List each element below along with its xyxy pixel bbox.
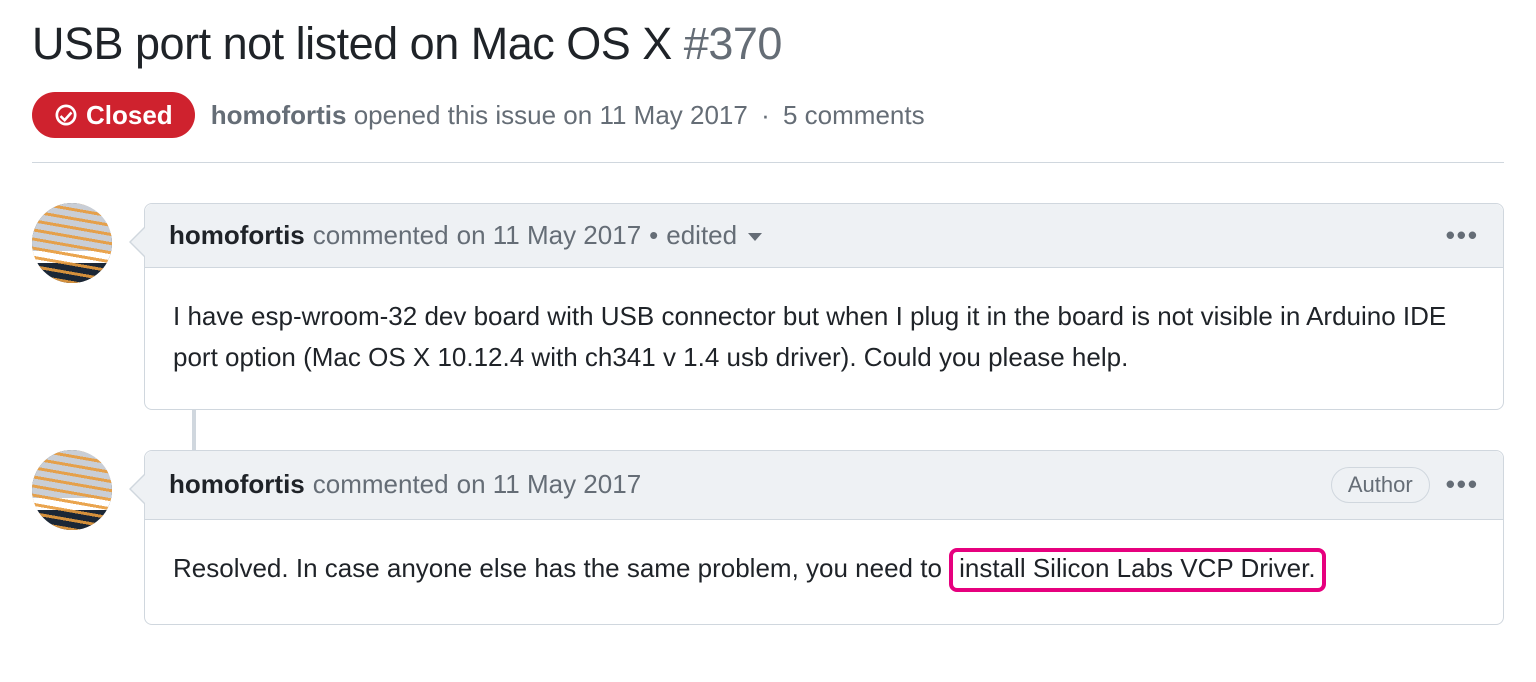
highlighted-text: install Silicon Labs VCP Driver. — [949, 548, 1325, 592]
caret-down-icon — [748, 233, 762, 241]
issue-number: #370 — [684, 18, 782, 70]
timeline-connector — [192, 410, 196, 450]
edited-dropdown[interactable]: edited — [666, 220, 762, 251]
comment-actions-menu[interactable]: ••• — [1446, 469, 1479, 500]
state-badge-label: Closed — [86, 102, 173, 128]
edited-separator: • — [649, 220, 658, 251]
comment-body: I have esp-wroom-32 dev board with USB c… — [145, 268, 1503, 409]
comment: homofortis commented on 11 May 2017 • ed… — [32, 203, 1504, 410]
comment-author-link[interactable]: homofortis — [169, 220, 305, 251]
comment-date[interactable]: on 11 May 2017 — [457, 469, 642, 500]
issue-title: USB port not listed on Mac OS X — [32, 16, 672, 72]
comment-box: homofortis commented on 11 May 2017 • ed… — [144, 203, 1504, 410]
comment-body-text: Resolved. In case anyone else has the sa… — [173, 553, 949, 583]
comment: homofortis commented on 11 May 2017 Auth… — [32, 450, 1504, 625]
comment-header: homofortis commented on 11 May 2017 • ed… — [145, 204, 1503, 268]
issue-meta-text: homofortis opened this issue on 11 May 2… — [211, 100, 925, 131]
issue-title-row: USB port not listed on Mac OS X #370 — [32, 16, 1504, 72]
comment-author-link[interactable]: homofortis — [169, 469, 305, 500]
comment-action: commented — [313, 469, 449, 500]
comment-date[interactable]: on 11 May 2017 — [457, 220, 642, 251]
state-badge-closed: Closed — [32, 92, 195, 138]
comments-count: 5 comments — [783, 100, 925, 130]
comment-body: Resolved. In case anyone else has the sa… — [145, 520, 1503, 624]
author-badge: Author — [1331, 467, 1430, 503]
issue-container: USB port not listed on Mac OS X #370 Clo… — [0, 0, 1536, 625]
issue-meta-row: Closed homofortis opened this issue on 1… — [32, 92, 1504, 163]
comment-header: homofortis commented on 11 May 2017 Auth… — [145, 451, 1503, 520]
avatar[interactable] — [32, 203, 112, 283]
opened-text: opened this issue — [354, 100, 556, 130]
meta-separator: · — [755, 100, 776, 130]
issue-author-link[interactable]: homofortis — [211, 100, 347, 130]
avatar[interactable] — [32, 450, 112, 530]
comment-action: commented — [313, 220, 449, 251]
comment-box: homofortis commented on 11 May 2017 Auth… — [144, 450, 1504, 625]
timeline: homofortis commented on 11 May 2017 • ed… — [32, 203, 1504, 624]
opened-date: on 11 May 2017 — [563, 100, 748, 130]
comment-actions-menu[interactable]: ••• — [1446, 220, 1479, 251]
issue-closed-icon — [54, 103, 78, 127]
